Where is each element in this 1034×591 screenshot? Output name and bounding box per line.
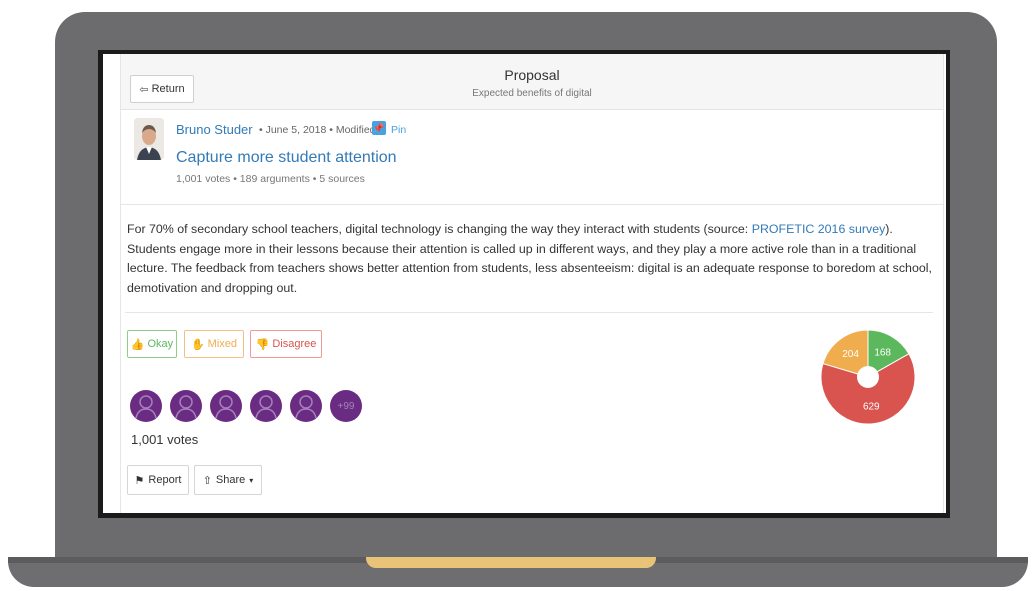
thumbs-down-icon: 👎 [255,338,270,351]
proposal-panel: ⇦ Return Proposal Expected benefits of d… [120,54,944,513]
more-voters-button[interactable]: +99 [330,390,362,422]
pie-label-mixed: 204 [842,349,859,360]
report-button[interactable]: ⚑ Report [127,465,189,495]
source-link[interactable]: PROFETIC 2016 survey [752,222,886,236]
proposal-title[interactable]: Capture more student attention [176,149,397,167]
author-avatar[interactable] [134,118,164,160]
disagree-label: Disagree [272,338,317,350]
user-silhouette-icon [175,395,197,419]
okay-label: Okay [147,338,174,350]
mixed-button[interactable]: ✋ Mixed [184,330,244,358]
disagree-button[interactable]: 👎 Disagree [250,330,322,358]
pin-icon[interactable]: 📌 [372,121,386,135]
share-icon: ⇧ [202,474,212,487]
pie-chart-svg: 168 629 204 [820,329,916,425]
caret-down-icon: ▾ [249,475,254,485]
user-silhouette-icon [215,395,237,419]
proposal-stats: 1,001 votes • 189 arguments • 5 sources [176,173,365,185]
share-button[interactable]: ⇧ Share ▾ [194,465,262,495]
page-subtitle: Expected benefits of digital [472,88,592,99]
voter-avatar[interactable] [250,390,282,422]
thumbs-up-icon: 👍 [130,338,145,351]
mixed-label: Mixed [207,338,238,350]
pie-center-hole [857,366,879,388]
page-title: Proposal [504,67,560,83]
mixed-hand-icon: ✋ [190,338,205,351]
user-silhouette-icon [255,395,277,419]
voter-avatar[interactable] [170,390,202,422]
pie-label-okay: 168 [874,347,891,358]
share-label: Share [215,474,246,486]
author-photo-icon [134,118,164,160]
header-bar: ⇦ Return Proposal Expected benefits of d… [121,54,943,110]
voter-avatar[interactable] [210,390,242,422]
report-label: Report [148,474,182,486]
voter-avatar[interactable] [130,390,162,422]
proposal-body: For 70% of secondary school teachers, di… [127,220,937,298]
author-meta: • June 5, 2018 • Modified [259,124,376,136]
divider [125,312,933,313]
laptop-notch [366,557,656,568]
okay-button[interactable]: 👍 Okay [127,330,177,358]
author-section: Bruno Studer • June 5, 2018 • Modified 📌… [121,110,943,205]
vote-pie-chart: 168 629 204 [817,320,923,430]
pin-link[interactable]: Pin [391,124,406,136]
user-silhouette-icon [295,395,317,419]
app-window: ⇦ Return Proposal Expected benefits of d… [103,54,946,513]
user-silhouette-icon [135,395,157,419]
pie-label-disagree: 629 [863,401,880,412]
author-name-link[interactable]: Bruno Studer [176,122,253,137]
votes-count: 1,001 votes [131,432,199,447]
body-text-part-1: For 70% of secondary school teachers, di… [127,222,752,236]
flag-icon: ⚑ [134,474,145,487]
voter-avatar[interactable] [290,390,322,422]
